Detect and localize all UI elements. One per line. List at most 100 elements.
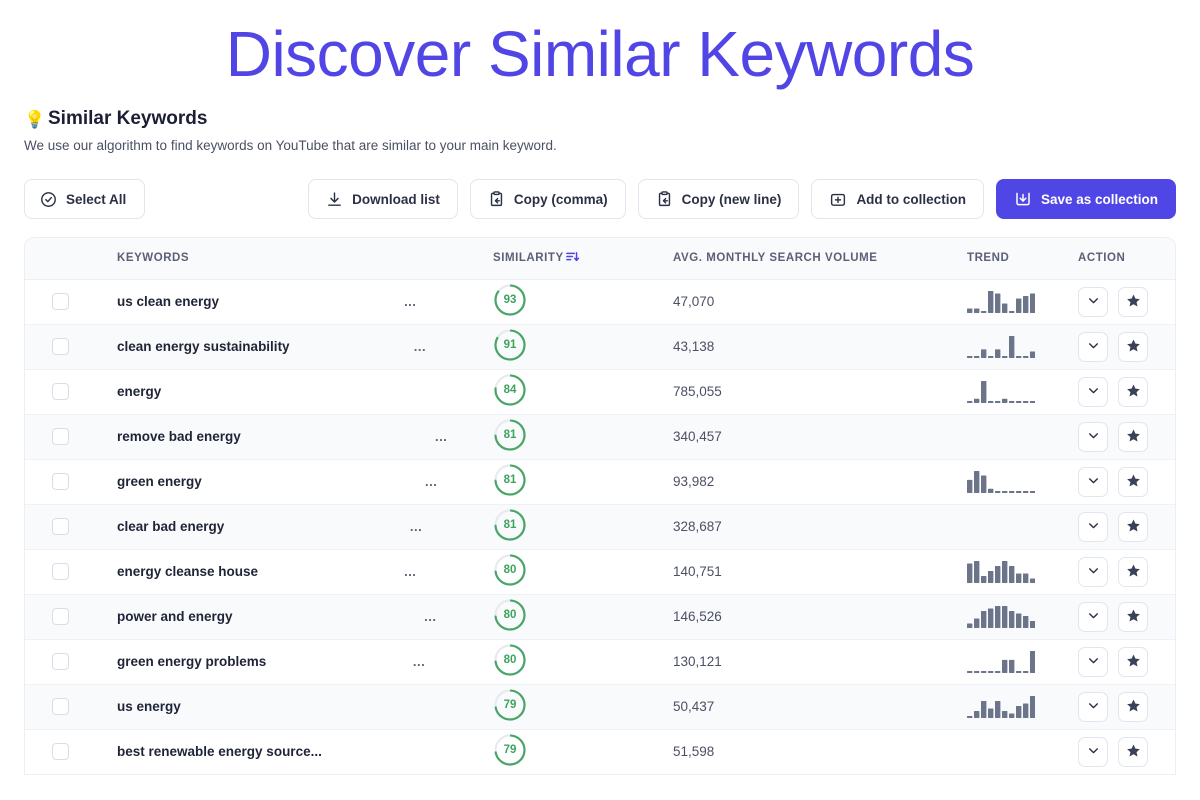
column-header-similarity-label: SIMILARITY [493,252,564,265]
action-cell [1068,639,1175,685]
table-row[interactable]: green energy problems... 80 130,121 [25,639,1175,685]
row-checkbox[interactable] [51,518,69,535]
table-body: us clean energy... 93 47,070 clean energy s… [25,279,1175,775]
favorite-button[interactable] [1118,511,1148,542]
row-checkbox[interactable] [51,338,69,355]
favorite-button[interactable] [1118,331,1148,362]
keyword-cell: clear bad energy... [95,504,493,550]
star-icon [1126,698,1141,716]
expand-row-button[interactable] [1078,511,1108,542]
favorite-button[interactable] [1118,736,1148,767]
similarity-ring: 80 [493,553,527,587]
favorite-button[interactable] [1118,691,1148,722]
row-checkbox[interactable] [51,743,69,760]
trend-cell [965,594,1068,640]
table-row[interactable]: best renewable energy source... 79 51,598 [25,729,1175,775]
action-cell [1068,369,1175,415]
action-cell [1068,729,1175,775]
download-list-button[interactable]: Download list [308,179,458,219]
trend-cell [965,324,1068,370]
expand-row-button[interactable] [1078,466,1108,497]
expand-row-button[interactable] [1078,376,1108,407]
table-row[interactable]: clear bad energy... 81 328,687 [25,504,1175,550]
column-header-similarity[interactable]: SIMILARITY [493,238,665,280]
keyword-cell: us clean energy... [95,279,493,325]
chevron-down-icon [1087,519,1100,535]
row-checkbox[interactable] [51,293,69,310]
row-checkbox[interactable] [51,653,69,670]
similarity-ring: 81 [493,418,527,452]
trend-sparkline [967,335,1036,358]
similarity-cell: 79 [493,729,665,775]
keyword-cell: clean energy sustainability... [95,324,493,370]
select-all-button[interactable]: Select All [24,179,146,219]
keyword-overflow-ellipsis: ... [412,654,426,669]
table-row[interactable]: us clean energy... 93 47,070 [25,279,1175,325]
section-subheading: We use our algorithm to find keywords on… [24,138,557,153]
table-row[interactable]: energy 84 785,055 [25,369,1175,415]
table-row[interactable]: us energy 79 50,437 [25,684,1175,730]
copy-comma-button[interactable]: Copy (comma) [469,179,626,219]
similarity-cell: 91 [493,324,665,370]
expand-row-button[interactable] [1078,421,1108,452]
similarity-ring: 81 [493,508,527,542]
section-header: 💡 Similar Keywords We use our algorithm … [0,108,1200,153]
keywords-table: KEYWORDS SIMILARITY AVG. MONTHLY SEARCH … [25,238,1175,775]
row-checkbox-cell [25,459,95,505]
table-row[interactable]: energy cleanse house... 80 140,751 [25,549,1175,595]
expand-row-button[interactable] [1078,556,1108,587]
search-volume-cell: 140,751 [665,549,965,595]
search-volume-cell: 47,070 [665,279,965,325]
trend-sparkline [967,560,1036,583]
row-checkbox[interactable] [51,608,69,625]
keyword-overflow-ellipsis: ... [409,519,423,534]
expand-row-button[interactable] [1078,286,1108,317]
action-cell [1068,324,1175,370]
search-volume-cell: 328,687 [665,504,965,550]
similarity-value: 93 [503,294,517,306]
row-checkbox[interactable] [51,473,69,490]
row-checkbox[interactable] [51,383,69,400]
chevron-down-icon [1087,474,1100,490]
keyword-text: power and energy [117,609,233,624]
similarity-ring: 91 [493,328,527,362]
star-icon [1126,518,1141,536]
favorite-button[interactable] [1118,646,1148,677]
table-header-row: KEYWORDS SIMILARITY AVG. MONTHLY SEARCH … [25,238,1175,280]
favorite-button[interactable] [1118,421,1148,452]
table-row[interactable]: clean energy sustainability... 91 43,138 [25,324,1175,370]
sort-descending-icon[interactable] [565,249,580,267]
section-title-row: 💡 Similar Keywords [24,108,1176,130]
favorite-button[interactable] [1118,466,1148,497]
keyword-text: best renewable energy source... [117,744,322,759]
favorite-button[interactable] [1118,286,1148,317]
search-volume-cell: 785,055 [665,369,965,415]
keyword-overflow-ellipsis: ... [424,474,438,489]
row-checkbox[interactable] [51,428,69,445]
check-circle-icon [40,191,57,208]
chevron-down-icon [1087,384,1100,400]
keyword-overflow-ellipsis: ... [413,339,427,354]
favorite-button[interactable] [1118,556,1148,587]
expand-row-button[interactable] [1078,601,1108,632]
table-row[interactable]: power and energy... 80 146,526 [25,594,1175,640]
add-to-collection-button[interactable]: Add to collection [811,179,984,219]
star-icon [1126,473,1141,491]
save-as-collection-button[interactable]: Save as collection [995,179,1176,219]
expand-row-button[interactable] [1078,646,1108,677]
row-checkbox[interactable] [51,698,69,715]
favorite-button[interactable] [1118,376,1148,407]
expand-row-button[interactable] [1078,691,1108,722]
trend-cell [965,414,1068,460]
expand-row-button[interactable] [1078,331,1108,362]
similarity-cell: 80 [493,639,665,685]
expand-row-button[interactable] [1078,736,1108,767]
table-row[interactable]: remove bad energy... 81 340,457 [25,414,1175,460]
row-checkbox-cell [25,684,95,730]
row-checkbox-cell [25,549,95,595]
similarity-ring: 84 [493,373,527,407]
row-checkbox[interactable] [51,563,69,580]
table-row[interactable]: green energy... 81 93,982 [25,459,1175,505]
copy-newline-button[interactable]: Copy (new line) [637,179,800,219]
favorite-button[interactable] [1118,601,1148,632]
